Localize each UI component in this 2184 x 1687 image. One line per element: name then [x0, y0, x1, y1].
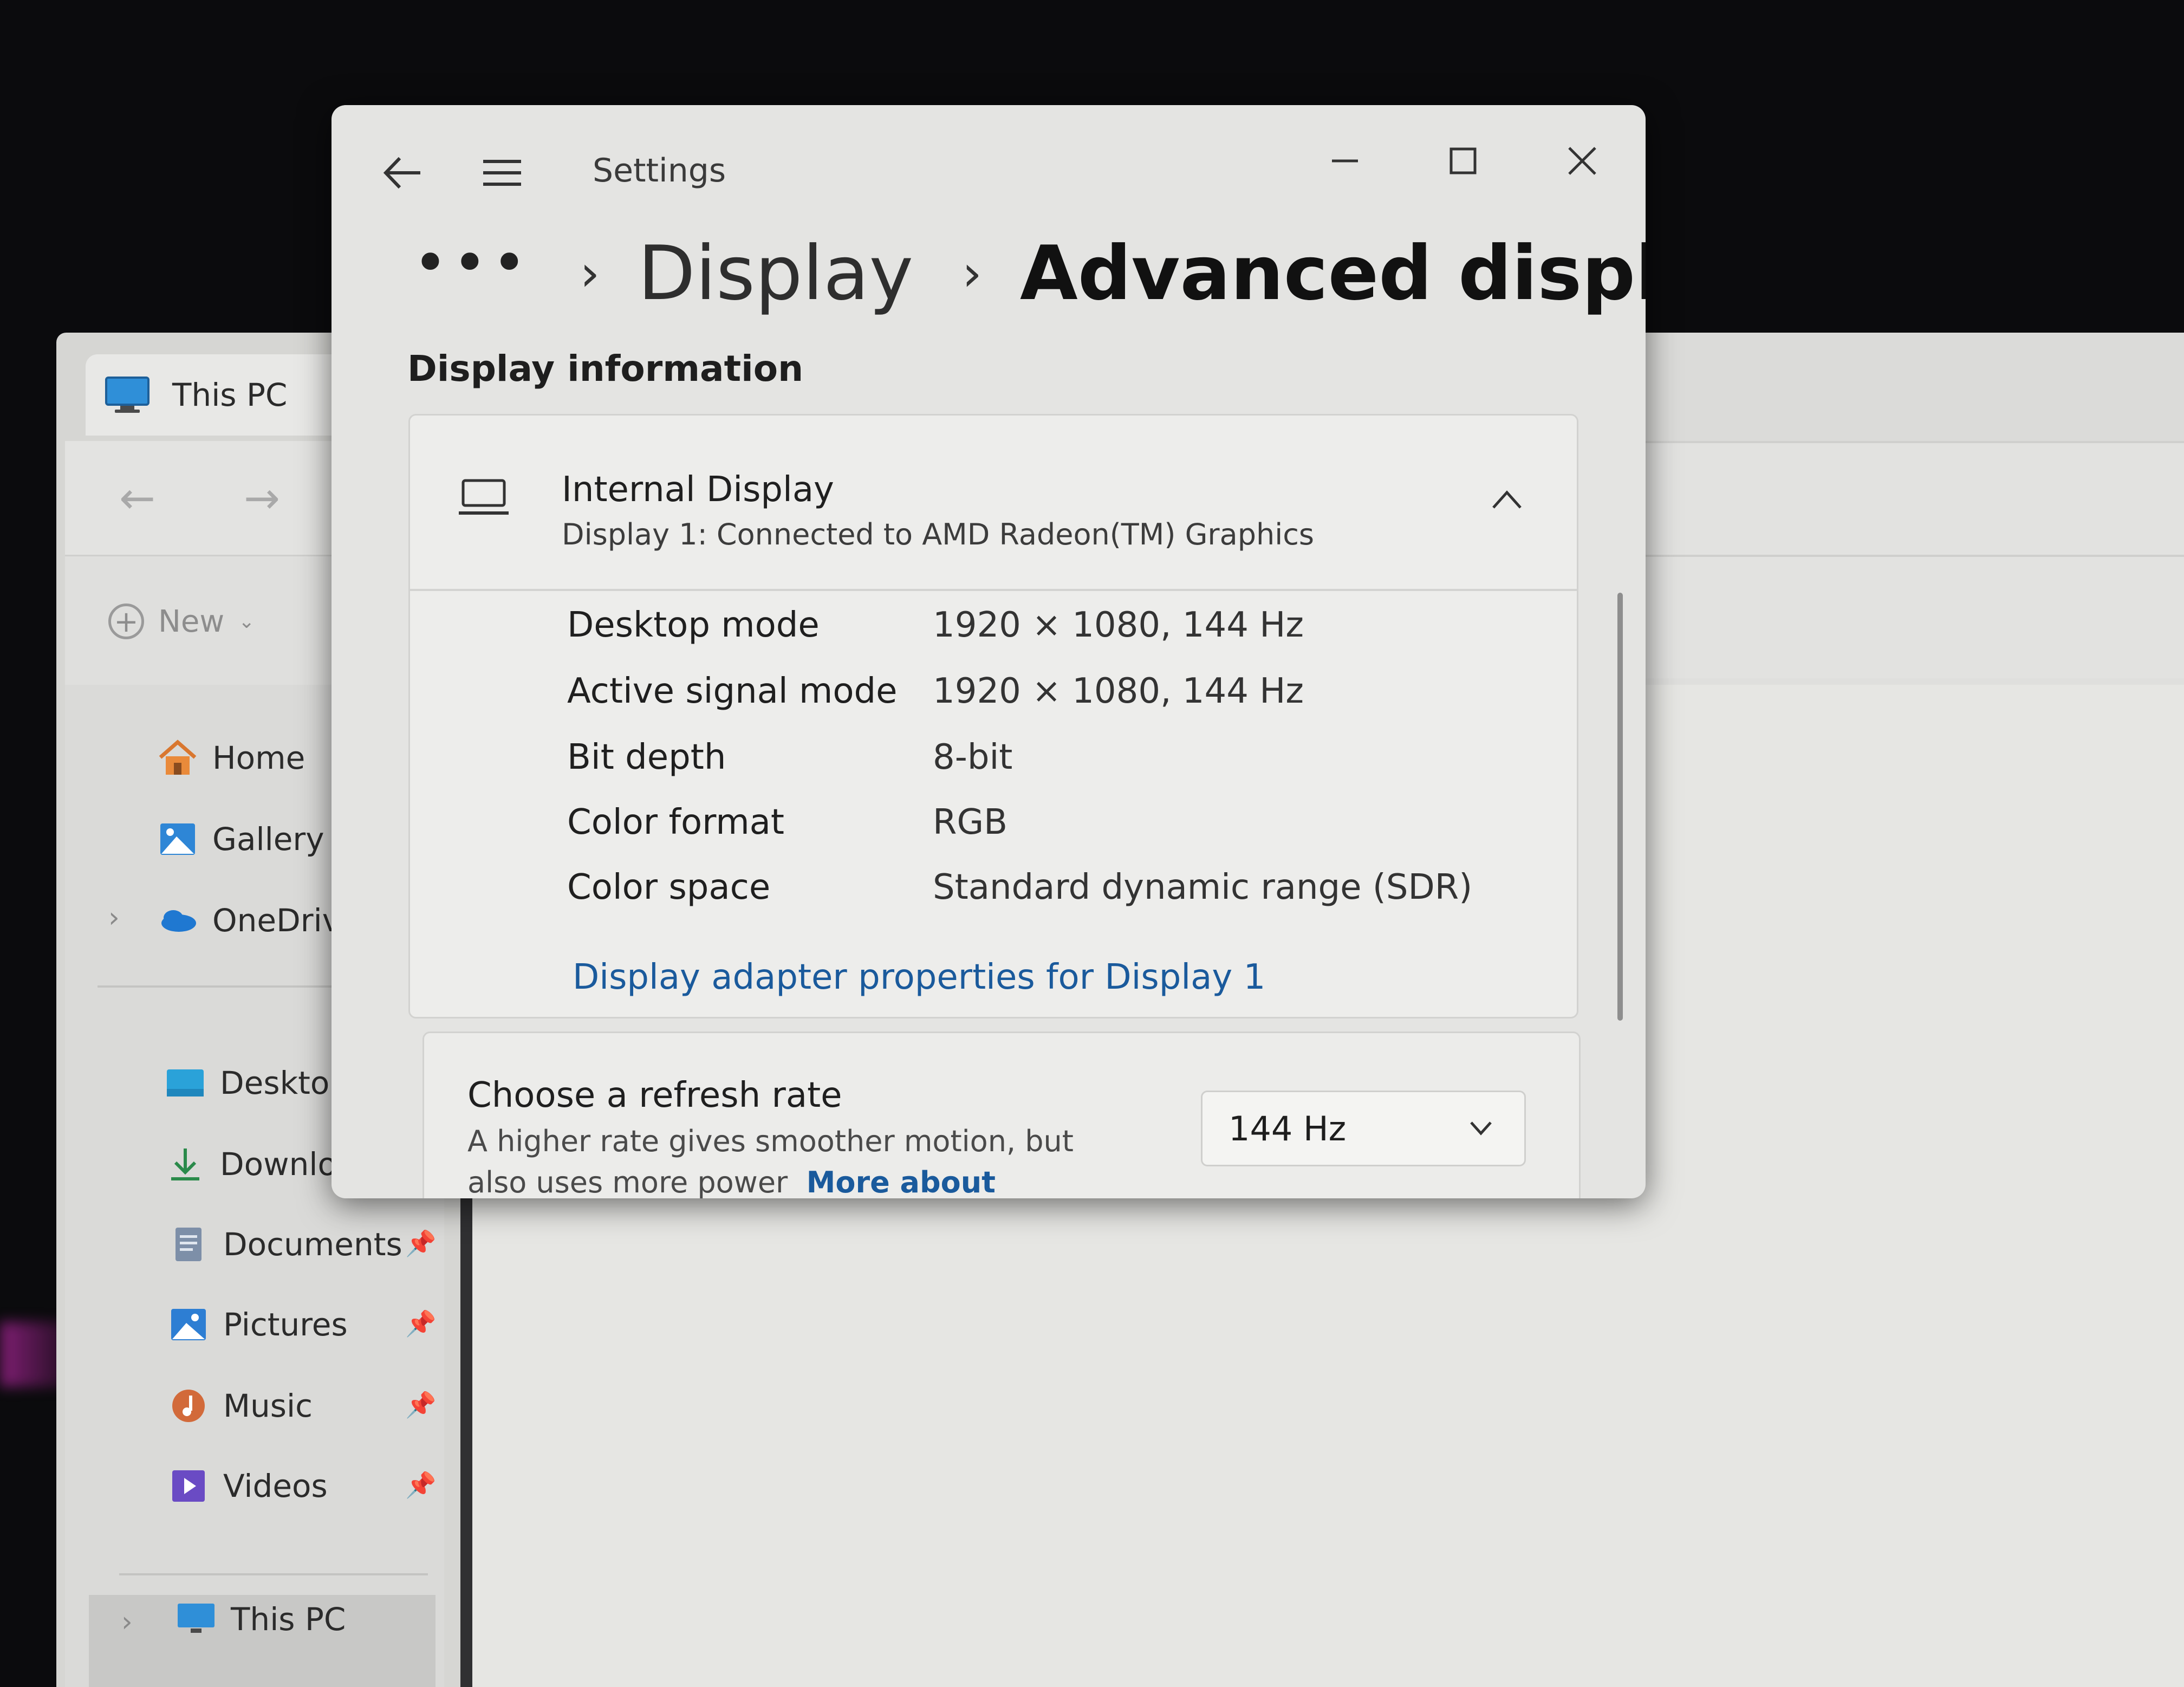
sidebar-item-pictures[interactable]: Pictures [168, 1306, 348, 1344]
sidebar-item-documents[interactable]: Documents [168, 1225, 402, 1263]
sidebar-item-label: Music [223, 1387, 313, 1424]
close-button[interactable] [1552, 131, 1612, 191]
sidebar-item-label: Desktop [220, 1065, 350, 1101]
maximize-button[interactable] [1433, 131, 1493, 191]
sidebar-item-label: Videos [223, 1468, 328, 1504]
display-info-card: Internal Display Display 1: Connected to… [408, 414, 1578, 1018]
explorer-address-area [1625, 441, 2184, 678]
refresh-rate-description: A higher rate gives smoother motion, but… [467, 1121, 1117, 1198]
pin-icon[interactable]: 📌 [405, 1390, 436, 1420]
info-value-desktop-mode: 1920 × 1080, 144 Hz [933, 605, 1304, 645]
breadcrumb-more-button[interactable]: ••• [413, 228, 531, 297]
sidebar-item-videos[interactable]: Videos [168, 1467, 328, 1505]
sidebar-item-label: Home [212, 739, 306, 776]
sidebar-item-desktop[interactable]: Desktop [165, 1064, 349, 1102]
onedrive-icon [161, 910, 196, 932]
chevron-right-icon: › [962, 244, 982, 302]
chevron-up-icon[interactable] [1488, 486, 1526, 513]
info-value-color-space: Standard dynamic range (SDR) [933, 867, 1473, 907]
info-value-active-signal-mode: 1920 × 1080, 144 Hz [933, 671, 1304, 711]
info-value-color-format: RGB [933, 802, 1007, 842]
download-icon [171, 1149, 199, 1180]
plus-circle-icon: + [108, 604, 144, 639]
pin-icon[interactable]: 📌 [405, 1229, 436, 1258]
sidebar-item-label: Gallery [212, 821, 324, 858]
chevron-down-icon [1470, 1121, 1492, 1136]
new-button[interactable]: + New ⌄ [108, 556, 255, 686]
window-title: Settings [593, 152, 726, 190]
desktop-folder-icon [167, 1069, 204, 1096]
gallery-icon [160, 823, 195, 855]
display-connection-info: Display 1: Connected to AMD Radeon(TM) G… [562, 517, 1315, 551]
section-title-display-information: Display information [407, 348, 804, 390]
maximize-icon [1450, 147, 1477, 174]
home-icon [159, 739, 197, 775]
pin-icon[interactable]: 📌 [405, 1470, 436, 1500]
explorer-toolbar-divider [1625, 555, 2184, 557]
chevron-right-icon: › [580, 244, 600, 302]
forward-arrow-icon[interactable]: → [244, 441, 280, 555]
minimize-button[interactable] [1315, 131, 1375, 191]
videos-icon [172, 1470, 205, 1502]
monitor-icon [178, 1604, 214, 1633]
laptop-icon [459, 479, 509, 515]
monitor-icon [105, 377, 150, 413]
pictures-icon [171, 1309, 206, 1340]
info-label-active-signal-mode: Active signal mode [567, 671, 898, 711]
sidebar-item-home[interactable]: Home [157, 739, 305, 777]
display-adapter-properties-link[interactable]: Display adapter properties for Display 1 [573, 957, 1265, 997]
minimize-icon [1332, 159, 1358, 163]
sidebar-item-label: Pictures [223, 1306, 348, 1343]
chevron-down-icon: ⌄ [238, 610, 255, 633]
info-label-color-format: Color format [567, 802, 784, 842]
back-arrow-icon[interactable]: ← [119, 441, 155, 555]
pin-icon[interactable]: 📌 [405, 1309, 436, 1339]
refresh-rate-dropdown[interactable]: 144 Hz [1201, 1091, 1526, 1166]
settings-window: Settings ••• › Display › Advanced displa… [332, 105, 1646, 1198]
sidebar-separator [119, 1573, 428, 1575]
refresh-rate-title: Choose a refresh rate [467, 1075, 842, 1115]
breadcrumb-display-link[interactable]: Display [638, 230, 913, 317]
sidebar-item-gallery[interactable]: Gallery [157, 820, 324, 858]
back-arrow-icon[interactable] [378, 148, 427, 197]
documents-icon [176, 1228, 202, 1261]
refresh-rate-selected-value: 144 Hz [1228, 1108, 1347, 1149]
music-icon [172, 1390, 205, 1422]
sidebar-item-onedrive[interactable]: OneDrive [157, 901, 360, 939]
info-label-color-space: Color space [567, 867, 771, 907]
new-button-label: New [158, 604, 225, 639]
close-icon [1568, 147, 1596, 175]
hamburger-menu-icon[interactable] [478, 148, 526, 197]
sidebar-item-this-pc[interactable]: This PC [176, 1600, 346, 1638]
sidebar-item-label: This PC [231, 1601, 346, 1638]
breadcrumb: ••• › Display › Advanced display [413, 228, 1646, 317]
display-info-card-header[interactable]: Internal Display Display 1: Connected to… [410, 416, 1577, 591]
sidebar-item-music[interactable]: Music [168, 1387, 313, 1425]
settings-scrollbar[interactable] [1617, 593, 1623, 1021]
display-name: Internal Display [562, 470, 834, 510]
sidebar-item-label: Documents [223, 1226, 402, 1263]
explorer-tab-label: This PC [172, 377, 288, 413]
info-value-bit-depth: 8-bit [933, 737, 1013, 777]
explorer-titlebar-right [1625, 333, 2184, 441]
chevron-right-icon[interactable]: › [108, 901, 120, 934]
info-label-bit-depth: Bit depth [567, 737, 726, 777]
chevron-right-icon[interactable]: › [121, 1606, 133, 1638]
page-title: Advanced display [1019, 230, 1646, 317]
settings-titlebar: Settings [332, 105, 1646, 241]
info-label-desktop-mode: Desktop mode [567, 605, 820, 645]
refresh-rate-card: Choose a refresh rate A higher rate give… [422, 1031, 1581, 1198]
